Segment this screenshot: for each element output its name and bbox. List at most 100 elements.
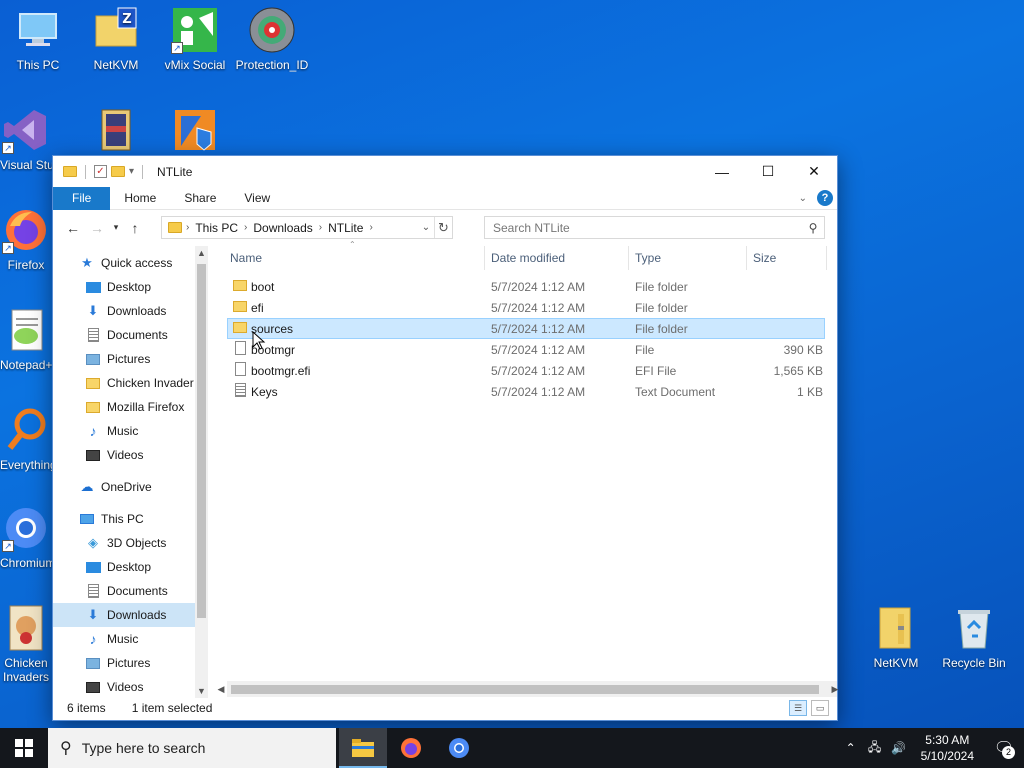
expand-ribbon-icon[interactable]: ⌄ xyxy=(799,193,807,204)
desktop-icon-recycle-bin[interactable]: Recycle Bin xyxy=(936,604,1012,670)
desktop-icon xyxy=(85,280,101,294)
nav-qa-mozilla-firefox[interactable]: Mozilla Firefox xyxy=(85,395,208,419)
breadcrumb-ntlite[interactable]: NTLite xyxy=(322,221,369,235)
taskbar-search-input[interactable]: ⚲ Type here to search xyxy=(48,728,336,768)
winrar-icon xyxy=(92,106,140,154)
action-center-button[interactable]: 🗨 2 xyxy=(984,728,1024,768)
start-button[interactable] xyxy=(0,728,48,768)
file-explorer-window: ✓ ▾ NTLite — ☐ ✕ File Home Share View ⌄ … xyxy=(52,155,838,721)
nav-pc-downloads[interactable]: ⬇ Downloads xyxy=(53,603,195,627)
volume-icon[interactable]: 🔊 xyxy=(887,741,911,755)
refresh-icon[interactable]: ↻ xyxy=(434,217,452,238)
clock[interactable]: 5:30 AM 5/10/2024 xyxy=(911,732,984,764)
taskbar-firefox[interactable] xyxy=(387,728,435,768)
nav-pc-pictures[interactable]: Pictures xyxy=(85,651,208,675)
desktop-icon-everything[interactable]: Everything xyxy=(0,406,52,472)
taskbar-chromium[interactable] xyxy=(435,728,483,768)
search-input[interactable]: Search NTLite ⚲ xyxy=(484,216,825,239)
column-name[interactable]: Name xyxy=(224,246,485,270)
disc-icon xyxy=(248,6,296,54)
nav-qa-documents[interactable]: Documents 📌 xyxy=(85,323,208,347)
nav-qa-music[interactable]: ♪ Music xyxy=(85,419,208,443)
address-bar[interactable]: › This PC › Downloads › NTLite › ⌄ ↻ xyxy=(161,216,453,239)
new-folder-icon[interactable] xyxy=(111,166,125,177)
column-size[interactable]: Size xyxy=(747,246,827,270)
nav-label: Desktop xyxy=(107,280,152,294)
scroll-thumb[interactable] xyxy=(231,685,819,694)
window-title: NTLite xyxy=(157,164,193,179)
chevron-up-icon[interactable]: ⌃ xyxy=(839,741,863,755)
tab-file[interactable]: File xyxy=(53,186,111,210)
nav-pc-3d-objects[interactable]: ◈ 3D Objects xyxy=(85,531,208,555)
chevron-down-icon[interactable]: ⌄ xyxy=(418,222,434,233)
up-arrow-icon[interactable]: ↑ xyxy=(123,220,147,236)
breadcrumb-downloads[interactable]: Downloads xyxy=(247,221,318,235)
tab-home[interactable]: Home xyxy=(110,187,170,210)
desktop-icon-notepad[interactable]: Notepad++ xyxy=(0,306,52,372)
file-size: 1 KB xyxy=(796,384,823,399)
desktop-icon-protection-id[interactable]: Protection_ID xyxy=(234,6,310,72)
file-row[interactable]: Keys 5/7/2024 1:12 AM Text Document 1 KB xyxy=(227,381,825,402)
forward-arrow-icon[interactable]: → xyxy=(85,220,109,236)
nav-quick-access[interactable]: ★ Quick access xyxy=(79,251,208,275)
nav-qa-chicken-invaders[interactable]: Chicken Invader xyxy=(85,371,208,395)
taskbar-file-explorer[interactable] xyxy=(339,728,387,768)
help-icon[interactable]: ? xyxy=(817,190,833,206)
download-arrow-icon: ⬇ xyxy=(87,303,99,318)
nav-pc-documents[interactable]: Documents xyxy=(85,579,208,603)
desktop-icon-chromium[interactable]: ↗ Chromium xyxy=(0,504,52,570)
maximize-button[interactable]: ☐ xyxy=(745,156,791,187)
scroll-thumb[interactable] xyxy=(197,264,206,618)
scroll-right-icon[interactable]: ▶ xyxy=(827,681,843,697)
desktop-icon-visual-studio[interactable]: ↗ Visual Studio 2017 xyxy=(0,106,52,172)
desktop-icon-this-pc[interactable]: This PC xyxy=(0,6,76,72)
recent-locations-icon[interactable]: ▾ xyxy=(109,222,123,233)
properties-icon[interactable]: ✓ xyxy=(94,165,107,178)
scroll-down-icon[interactable]: ▼ xyxy=(195,686,208,696)
breadcrumb-chevron-icon[interactable]: › xyxy=(369,222,372,233)
tab-share[interactable]: Share xyxy=(170,187,230,210)
scroll-left-icon[interactable]: ◀ xyxy=(213,681,229,697)
desktop-icon-netkvm[interactable]: Z NetKVM xyxy=(78,6,154,72)
nav-qa-desktop[interactable]: Desktop 📌 xyxy=(85,275,208,299)
desktop-icon-firefox[interactable]: ↗ Firefox xyxy=(0,206,52,272)
file-row[interactable]: boot 5/7/2024 1:12 AM File folder xyxy=(227,276,825,297)
large-icons-view-icon[interactable]: ▭ xyxy=(811,700,829,716)
desktop-icon-winrar[interactable] xyxy=(78,106,154,158)
music-note-icon: ♪ xyxy=(89,423,97,439)
nav-qa-pictures[interactable]: Pictures 📌 xyxy=(85,347,208,371)
desktop-icon-netkvm-2[interactable]: NetKVM xyxy=(858,604,934,670)
nav-scrollbar[interactable]: ▲ ▼ xyxy=(195,246,208,698)
details-view-icon[interactable]: ☰ xyxy=(789,700,807,716)
nav-this-pc[interactable]: This PC xyxy=(79,507,208,531)
close-button[interactable]: ✕ xyxy=(791,156,837,187)
horizontal-scrollbar[interactable]: ◀ ▶ xyxy=(218,681,838,697)
file-icon xyxy=(235,341,246,358)
nav-pc-desktop[interactable]: Desktop xyxy=(85,555,208,579)
nav-pc-videos[interactable]: Videos xyxy=(85,675,208,698)
vmix-icon: ↗ xyxy=(171,6,219,54)
nav-qa-downloads[interactable]: ⬇ Downloads 📌 xyxy=(85,299,208,323)
minimize-button[interactable]: — xyxy=(699,156,745,187)
network-icon[interactable]: 🖧 xyxy=(863,738,887,759)
scroll-up-icon[interactable]: ▲ xyxy=(195,248,208,258)
file-row[interactable]: bootmgr.efi 5/7/2024 1:12 AM EFI File 1,… xyxy=(227,360,825,381)
file-row[interactable]: bootmgr 5/7/2024 1:12 AM File 390 KB xyxy=(227,339,825,360)
nav-pc-music[interactable]: ♪ Music xyxy=(85,627,208,651)
nav-qa-videos[interactable]: Videos xyxy=(85,443,208,467)
desktop-icon-chicken-invaders[interactable]: Chicken Invaders xyxy=(0,604,52,684)
tab-view[interactable]: View xyxy=(230,187,284,210)
desktop-icon-label: vMix Social xyxy=(164,58,226,72)
column-type[interactable]: Type xyxy=(629,246,747,270)
selection-count: 1 item selected xyxy=(131,701,213,715)
desktop-icon-vmix-social[interactable]: ↗ vMix Social xyxy=(157,6,233,72)
title-bar[interactable]: ✓ ▾ NTLite — ☐ ✕ xyxy=(53,156,837,187)
file-row-selected[interactable]: sources 5/7/2024 1:12 AM File folder xyxy=(227,318,825,339)
nav-onedrive[interactable]: ☁ OneDrive xyxy=(79,475,208,499)
file-row[interactable]: efi 5/7/2024 1:12 AM File folder xyxy=(227,297,825,318)
desktop-icon-installer[interactable] xyxy=(157,106,233,158)
back-arrow-icon[interactable]: ← xyxy=(61,220,85,236)
breadcrumb-this-pc[interactable]: This PC xyxy=(189,221,244,235)
customize-toolbar-icon[interactable]: ▾ xyxy=(129,166,134,177)
column-date-modified[interactable]: Date modified xyxy=(485,246,629,270)
